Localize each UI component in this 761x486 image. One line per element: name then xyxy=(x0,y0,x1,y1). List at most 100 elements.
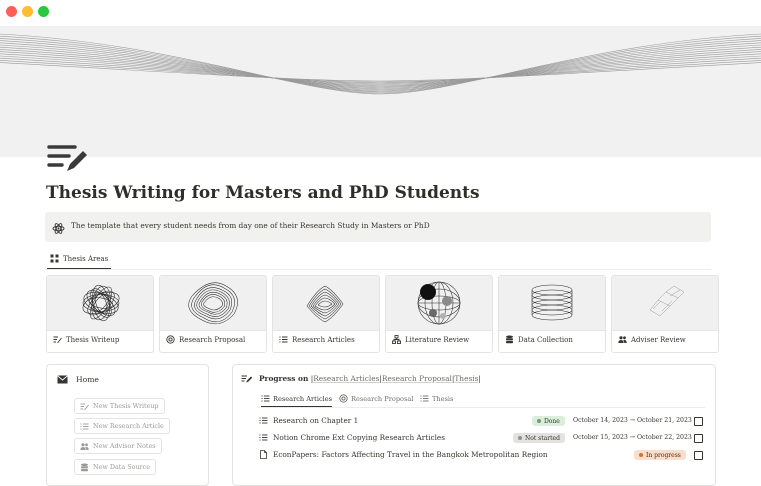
area-card-caption: Adviser Review xyxy=(618,335,686,344)
home-header[interactable]: Home xyxy=(57,375,99,384)
status-badge[interactable]: Not started xyxy=(513,433,565,443)
target-icon xyxy=(166,335,175,344)
people-icon xyxy=(618,336,627,343)
database-icon xyxy=(506,335,513,344)
list-icon xyxy=(279,336,288,343)
area-label-data-collection: Data Collection xyxy=(518,335,573,344)
table-row[interactable]: Research on Chapter 1 Done October 14, 2… xyxy=(259,413,705,429)
progress-prefix: Progress on xyxy=(259,374,309,383)
tab-thesis[interactable]: Thesis xyxy=(420,391,453,406)
callout: The template that every student needs fr… xyxy=(45,212,711,242)
progress-view-tabs: Research Articles Research Proposal Thes… xyxy=(259,391,705,408)
page-title: Thesis Writing for Masters and PhD Stude… xyxy=(46,183,480,203)
area-card-caption: Data Collection xyxy=(505,335,573,344)
row-title-text: Notion Chrome Ext Copying Research Artic… xyxy=(273,433,445,442)
mail-icon xyxy=(57,375,68,384)
close-window-button[interactable] xyxy=(6,6,17,17)
table-row[interactable]: Notion Chrome Ext Copying Research Artic… xyxy=(259,430,705,446)
grid-icon xyxy=(50,254,59,263)
area-label-thesis-writeup: Thesis Writeup xyxy=(66,335,120,344)
row-checkbox[interactable] xyxy=(694,434,703,443)
callout-text: The template that every student needs fr… xyxy=(71,221,430,230)
home-panel: Home New Thesis Writeup New Research Art… xyxy=(46,364,209,486)
area-card-caption: Thesis Writeup xyxy=(53,335,119,344)
tab-research-articles[interactable]: Research Articles xyxy=(261,391,333,407)
list-icon xyxy=(420,395,429,402)
area-card-image xyxy=(386,276,492,331)
view-tabs: Thesis Areas xyxy=(45,249,711,270)
thesis-areas-gallery: Thesis Writeup Research Proposal Researc… xyxy=(46,275,719,353)
area-card-caption: Literature Review xyxy=(392,335,469,344)
status-badge-label: Done xyxy=(544,417,560,425)
tab-thesis-areas[interactable]: Thesis Areas xyxy=(47,249,112,269)
new-data-source-button[interactable]: New Data Source xyxy=(74,459,156,475)
new-advisor-notes-label: New Advisor Notes xyxy=(93,442,156,450)
cover-wave-lines xyxy=(0,33,761,95)
progress-header: Progress on |Research Articles|Research … xyxy=(241,374,481,383)
tab-research-proposal[interactable]: Research Proposal xyxy=(339,391,413,406)
database-icon xyxy=(81,463,88,471)
cover-wave-line xyxy=(0,35,761,94)
page-pen-lines-icon[interactable] xyxy=(45,141,91,175)
minimize-window-button[interactable] xyxy=(22,6,33,17)
area-label-literature-review: Literature Review xyxy=(405,335,470,344)
row-title[interactable]: Research on Chapter 1 xyxy=(259,416,358,425)
row-title-text: Research on Chapter 1 xyxy=(273,416,359,425)
list-icon xyxy=(261,395,270,402)
pen-lines-icon xyxy=(53,336,62,344)
network-icon xyxy=(392,335,401,344)
area-label-research-proposal: Research Proposal xyxy=(179,335,246,344)
row-date: October 15, 2023 → October 22, 2023 xyxy=(573,434,692,441)
area-card-image xyxy=(499,276,605,331)
list-icon xyxy=(80,423,89,429)
new-research-article-button[interactable]: New Research Article xyxy=(74,418,170,434)
status-badge-label: Not started xyxy=(525,434,560,442)
area-card-literature-review[interactable]: Literature Review xyxy=(385,275,493,353)
row-title[interactable]: Notion Chrome Ext Copying Research Artic… xyxy=(259,433,445,442)
status-badge[interactable]: In progress xyxy=(634,450,686,460)
new-research-article-label: New Research Article xyxy=(93,422,164,430)
page-icon xyxy=(260,450,267,459)
new-thesis-writeup-label: New Thesis Writeup xyxy=(93,402,159,410)
area-card-thesis-writeup[interactable]: Thesis Writeup xyxy=(46,275,154,353)
area-card-caption: Research Proposal xyxy=(166,335,245,344)
area-label-research-articles: Research Articles xyxy=(292,335,355,344)
link-research-proposal[interactable]: Research Proposal xyxy=(382,374,452,383)
status-badge-label: In progress xyxy=(646,451,681,459)
area-card-research-articles[interactable]: Research Articles xyxy=(272,275,380,353)
tab-thesis-areas-label: Thesis Areas xyxy=(63,254,109,263)
progress-sep: | xyxy=(478,374,481,383)
status-badge[interactable]: Done xyxy=(532,416,565,426)
area-card-research-proposal[interactable]: Research Proposal xyxy=(159,275,267,353)
row-date: October 14, 2023 → October 21, 2023 xyxy=(573,417,692,424)
link-thesis[interactable]: Thesis xyxy=(454,374,478,383)
row-checkbox[interactable] xyxy=(694,417,703,426)
row-title-text: EconPapers: Factors Affecting Travel in … xyxy=(273,450,548,459)
cover-image[interactable] xyxy=(0,26,761,157)
new-data-source-label: New Data Source xyxy=(93,463,150,471)
area-card-adviser-review[interactable]: Adviser Review xyxy=(611,275,719,353)
row-title[interactable]: EconPapers: Factors Affecting Travel in … xyxy=(259,450,548,459)
area-card-image xyxy=(47,276,153,331)
people-icon xyxy=(80,442,89,450)
link-research-articles[interactable]: Research Articles xyxy=(313,374,379,383)
table-row[interactable]: EconPapers: Factors Affecting Travel in … xyxy=(259,447,705,463)
pen-lines-icon xyxy=(80,403,89,410)
pen-lines-icon xyxy=(241,375,253,383)
new-advisor-notes-button[interactable]: New Advisor Notes xyxy=(74,438,162,454)
home-title: Home xyxy=(76,375,99,384)
area-card-data-collection[interactable]: Data Collection xyxy=(498,275,606,353)
area-card-image xyxy=(612,276,718,331)
maximize-window-button[interactable] xyxy=(38,6,49,17)
row-checkbox[interactable] xyxy=(694,451,703,460)
tab-research-proposal-label: Research Proposal xyxy=(351,394,414,403)
area-card-caption: Research Articles xyxy=(279,335,355,344)
area-card-image xyxy=(160,276,266,331)
new-thesis-writeup-button[interactable]: New Thesis Writeup xyxy=(74,398,165,414)
window-titlebar xyxy=(0,0,761,26)
area-card-image xyxy=(273,276,379,331)
atom-icon xyxy=(52,220,65,234)
area-label-adviser-review: Adviser Review xyxy=(631,335,686,344)
list-icon xyxy=(259,434,268,441)
list-icon xyxy=(259,417,268,424)
